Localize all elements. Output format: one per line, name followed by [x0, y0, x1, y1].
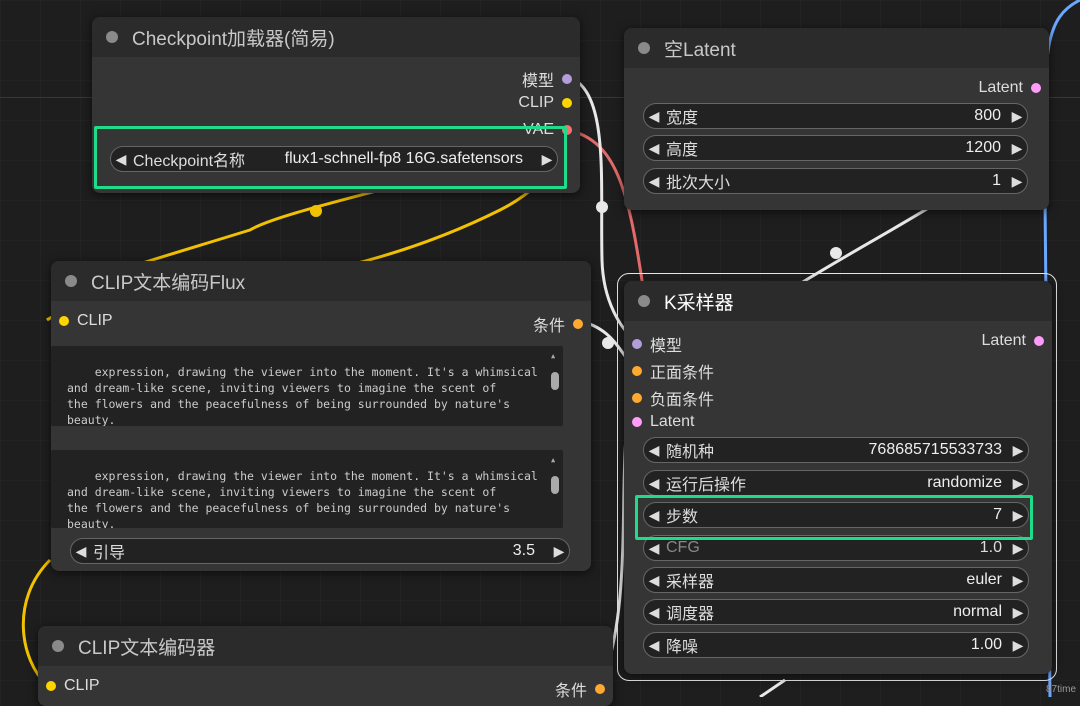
clip-pin-icon[interactable] [46, 681, 56, 691]
output-conditioning[interactable]: 条件 [533, 312, 583, 336]
input-latent[interactable]: Latent [632, 413, 694, 431]
right-arrow-icon[interactable]: ▶ [1008, 540, 1028, 557]
node-header[interactable]: Checkpoint加载器(简易) [92, 17, 580, 57]
collapse-dot-icon[interactable] [638, 295, 650, 307]
conditioning-pin-icon[interactable] [632, 393, 642, 403]
input-clip[interactable]: CLIP [46, 677, 100, 695]
left-arrow-icon[interactable]: ◀ [644, 140, 664, 157]
collapse-dot-icon[interactable] [638, 42, 650, 54]
highlight-box-steps [635, 495, 1033, 540]
right-arrow-icon[interactable]: ▶ [1008, 442, 1028, 459]
node-title: 空Latent [664, 39, 736, 61]
clip-text-encode-flux-node[interactable]: CLIP文本编码Flux CLIP 条件 expression, drawing… [51, 261, 591, 571]
latent-pin-icon[interactable] [1031, 83, 1041, 93]
input-model[interactable]: 模型 [632, 332, 682, 356]
batch-size-widget[interactable]: ◀ 批次大小 1 ▶ [643, 168, 1028, 194]
node-title: CLIP文本编码Flux [91, 272, 246, 294]
input-clip[interactable]: CLIP [59, 312, 113, 330]
conditioning-pin-icon[interactable] [595, 684, 605, 694]
node-header[interactable]: 空Latent [624, 28, 1049, 68]
latent-pin-icon[interactable] [632, 417, 642, 427]
watermark: 87time [1045, 684, 1076, 695]
node-title: CLIP文本编码器 [78, 637, 216, 659]
model-pin-icon[interactable] [632, 339, 642, 349]
scroll-up-icon[interactable]: ▲ [551, 452, 555, 468]
right-arrow-icon[interactable]: ▶ [1008, 637, 1028, 654]
scroll-thumb[interactable] [551, 476, 559, 494]
width-widget[interactable]: ◀ 宽度 800 ▶ [643, 103, 1028, 129]
scroll-up-icon[interactable]: ▲ [551, 348, 555, 364]
left-arrow-icon[interactable]: ◀ [644, 604, 664, 621]
output-conditioning[interactable]: 条件 [555, 677, 605, 701]
height-widget[interactable]: ◀ 高度 1200 ▶ [643, 135, 1028, 161]
scroll-thumb[interactable] [551, 372, 559, 390]
denoise-widget[interactable]: ◀ 降噪 1.00 ▶ [643, 632, 1029, 658]
right-arrow-icon[interactable]: ▶ [1008, 475, 1028, 492]
left-arrow-icon[interactable]: ◀ [644, 173, 664, 190]
node-header[interactable]: CLIP文本编码器 [38, 626, 613, 666]
left-arrow-icon[interactable]: ◀ [644, 108, 664, 125]
right-arrow-icon[interactable]: ▶ [1008, 604, 1028, 621]
input-positive[interactable]: 正面条件 [632, 359, 714, 383]
left-arrow-icon[interactable]: ◀ [644, 637, 664, 654]
scrollbar[interactable]: ▲ [551, 346, 559, 426]
model-pin-icon[interactable] [562, 74, 572, 84]
collapse-dot-icon[interactable] [106, 31, 118, 43]
ksampler-node[interactable]: K采样器 模型 Latent 正面条件 负面条件 Latent ◀ 随机种 76… [624, 281, 1052, 674]
conditioning-pin-icon[interactable] [632, 366, 642, 376]
t5xxl-textarea[interactable]: expression, drawing the viewer into the … [51, 450, 563, 528]
right-arrow-icon[interactable]: ▶ [549, 543, 569, 560]
right-arrow-icon[interactable]: ▶ [1007, 108, 1027, 125]
node-title: Checkpoint加载器(简易) [132, 28, 335, 50]
output-latent[interactable]: Latent [982, 332, 1044, 350]
right-arrow-icon[interactable]: ▶ [1007, 173, 1027, 190]
empty-latent-node[interactable]: 空Latent Latent ◀ 宽度 800 ▶ ◀ 高度 1200 ▶ ◀ … [624, 28, 1049, 210]
scheduler-widget[interactable]: ◀ 调度器 normal ▶ [643, 599, 1029, 625]
left-arrow-icon[interactable]: ◀ [644, 572, 664, 589]
node-header[interactable]: CLIP文本编码Flux [51, 261, 591, 301]
conditioning-pin-icon[interactable] [573, 319, 583, 329]
left-arrow-icon[interactable]: ◀ [644, 540, 664, 557]
sampler-widget[interactable]: ◀ 采样器 euler ▶ [643, 567, 1029, 593]
right-arrow-icon[interactable]: ▶ [1007, 140, 1027, 157]
clip-text-encoder-node[interactable]: CLIP文本编码器 CLIP 条件 [38, 626, 613, 706]
node-title: K采样器 [664, 292, 734, 314]
output-latent[interactable]: Latent [979, 79, 1041, 97]
clip-pin-icon[interactable] [59, 316, 69, 326]
clip-l-textarea[interactable]: expression, drawing the viewer into the … [51, 346, 563, 426]
output-clip[interactable]: CLIP [518, 94, 572, 112]
guidance-widget[interactable]: ◀ 引导 3.5 ▶ [70, 538, 570, 564]
left-arrow-icon[interactable]: ◀ [644, 475, 664, 492]
input-negative[interactable]: 负面条件 [632, 386, 714, 410]
right-arrow-icon[interactable]: ▶ [1008, 572, 1028, 589]
seed-widget[interactable]: ◀ 随机种 768685715533733 ▶ [643, 437, 1029, 463]
left-arrow-icon[interactable]: ◀ [644, 442, 664, 459]
control-after-generate-widget[interactable]: ◀ 运行后操作 randomize ▶ [643, 470, 1029, 496]
output-model[interactable]: 模型 [522, 67, 572, 91]
collapse-dot-icon[interactable] [65, 275, 77, 287]
node-header[interactable]: K采样器 [624, 281, 1052, 321]
scrollbar[interactable]: ▲ [551, 450, 559, 528]
clip-pin-icon[interactable] [562, 98, 572, 108]
latent-pin-icon[interactable] [1034, 336, 1044, 346]
left-arrow-icon[interactable]: ◀ [71, 543, 91, 560]
highlight-box-checkpoint [94, 126, 567, 189]
collapse-dot-icon[interactable] [52, 640, 64, 652]
